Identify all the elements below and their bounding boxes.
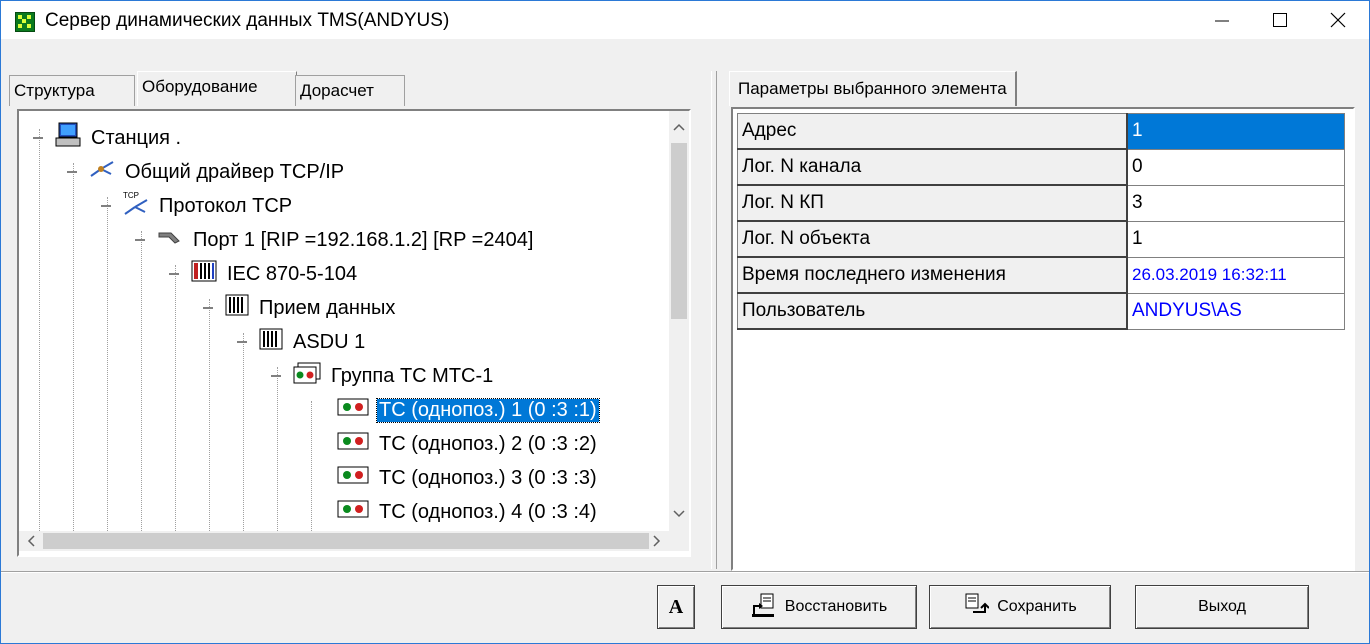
param-value[interactable]: 26.03.2019 16:32:11	[1126, 256, 1345, 294]
restore-icon	[751, 592, 777, 623]
minimize-button[interactable]	[1193, 1, 1251, 39]
minimize-icon	[1215, 20, 1229, 22]
save-button[interactable]: Сохранить	[929, 585, 1111, 629]
signal-icon	[337, 500, 369, 524]
scroll-right-icon[interactable]	[647, 531, 667, 551]
signal-icon	[337, 398, 369, 422]
maximize-button[interactable]	[1251, 1, 1309, 39]
signal-icon	[337, 432, 369, 456]
tree-hscroll-thumb[interactable]	[43, 533, 649, 549]
param-row-user[interactable]: Пользователь ANDYUS\AS	[737, 292, 1345, 330]
title-bar[interactable]: Сервер динамических данных TMS(ANDYUS)	[1, 1, 1369, 39]
param-value[interactable]: 1	[1126, 113, 1345, 150]
maximize-icon	[1273, 13, 1287, 27]
close-icon	[1330, 12, 1346, 28]
panel-splitter[interactable]	[711, 71, 717, 569]
tree-node-data-receive[interactable]: Прием данных	[203, 291, 397, 325]
font-button[interactable]: A	[657, 585, 695, 629]
tcp-protocol-icon: TCP	[123, 190, 149, 222]
param-key: Адрес	[737, 113, 1128, 150]
svg-text:TCP: TCP	[123, 191, 139, 200]
asdu-icon	[259, 328, 283, 356]
tree-node-ts-3[interactable]: ТС (однопоз.) 3 (0 :3 :3)	[337, 461, 599, 495]
tree-vscroll-thumb[interactable]	[671, 143, 687, 319]
bottom-separator	[1, 571, 1369, 573]
tab-equipment[interactable]: Оборудование	[137, 71, 297, 106]
signal-icon	[337, 466, 369, 490]
param-row-last-change[interactable]: Время последнего изменения 26.03.2019 16…	[737, 256, 1345, 294]
exit-button[interactable]: Выход	[1135, 585, 1309, 629]
param-value[interactable]: 1	[1126, 220, 1345, 258]
param-row-channel[interactable]: Лог. N канала 0	[737, 148, 1345, 186]
param-row-kp[interactable]: Лог. N КП 3	[737, 184, 1345, 222]
param-row-address[interactable]: Адрес 1	[737, 113, 1345, 150]
tab-recalc[interactable]: Дорасчет	[295, 75, 405, 106]
tree-node-port[interactable]: Порт 1 [RIP =192.168.1.2] [RP =2404]	[135, 223, 535, 257]
tree-vertical-scrollbar[interactable]	[669, 111, 689, 531]
scroll-up-icon[interactable]	[669, 117, 689, 137]
tree-node-iec[interactable]: IEC 870-5-104	[169, 257, 359, 291]
scroll-left-icon[interactable]	[21, 531, 41, 551]
app-icon	[15, 12, 35, 32]
network-driver-icon	[89, 158, 115, 186]
scrollbar-corner	[669, 531, 689, 551]
save-label: Сохранить	[997, 598, 1077, 615]
iec-device-icon	[191, 260, 217, 288]
tree-node-group[interactable]: Группа ТС МТС-1	[271, 359, 495, 393]
param-key: Время последнего изменения	[737, 256, 1128, 294]
tree-node-ts-4[interactable]: ТС (однопоз.) 4 (0 :3 :4)	[337, 495, 599, 529]
param-value[interactable]: 3	[1126, 184, 1345, 222]
computer-icon	[55, 122, 81, 154]
tree-node-tcpip-driver[interactable]: Общий драйвер TCP/IP	[67, 155, 346, 189]
tree-horizontal-scrollbar[interactable]	[19, 531, 669, 551]
tree-node-tcp-protocol[interactable]: TCP Протокол TCP	[101, 189, 294, 223]
port-icon	[157, 227, 183, 253]
save-icon	[963, 592, 990, 623]
restore-button[interactable]: Восстановить	[721, 585, 917, 629]
equipment-tree[interactable]: Станция . Общий драйвер TCP/IP TCP Прото…	[17, 109, 691, 557]
data-receive-icon	[225, 294, 249, 322]
tab-selected-params[interactable]: Параметры выбранного элемента	[729, 71, 1017, 106]
param-row-object[interactable]: Лог. N объекта 1	[737, 220, 1345, 258]
param-key: Лог. N объекта	[737, 220, 1128, 258]
tab-structure[interactable]: Структура	[9, 75, 135, 106]
tree-node-ts-1[interactable]: ТС (однопоз.) 1 (0 :3 :1)	[337, 393, 600, 427]
param-value[interactable]: ANDYUS\AS	[1126, 292, 1345, 330]
param-key: Пользователь	[737, 292, 1128, 330]
tree-node-ts-2[interactable]: ТС (однопоз.) 2 (0 :3 :2)	[337, 427, 599, 461]
param-key: Лог. N КП	[737, 184, 1128, 222]
signal-group-icon	[293, 362, 321, 390]
restore-label: Восстановить	[784, 598, 888, 615]
window-title: Сервер динамических данных TMS(ANDYUS)	[45, 10, 450, 31]
params-grid[interactable]: Адрес 1 Лог. N канала 0 Лог. N КП 3 Лог.…	[731, 107, 1355, 571]
param-key: Лог. N канала	[737, 148, 1128, 186]
close-button[interactable]	[1309, 1, 1367, 39]
param-value[interactable]: 0	[1126, 148, 1345, 186]
scroll-down-icon[interactable]	[669, 503, 689, 523]
tree-node-station[interactable]: Станция .	[33, 121, 183, 155]
app-window: Сервер динамических данных TMS(ANDYUS) С…	[0, 0, 1370, 644]
tree-node-asdu[interactable]: ASDU 1	[237, 325, 367, 359]
